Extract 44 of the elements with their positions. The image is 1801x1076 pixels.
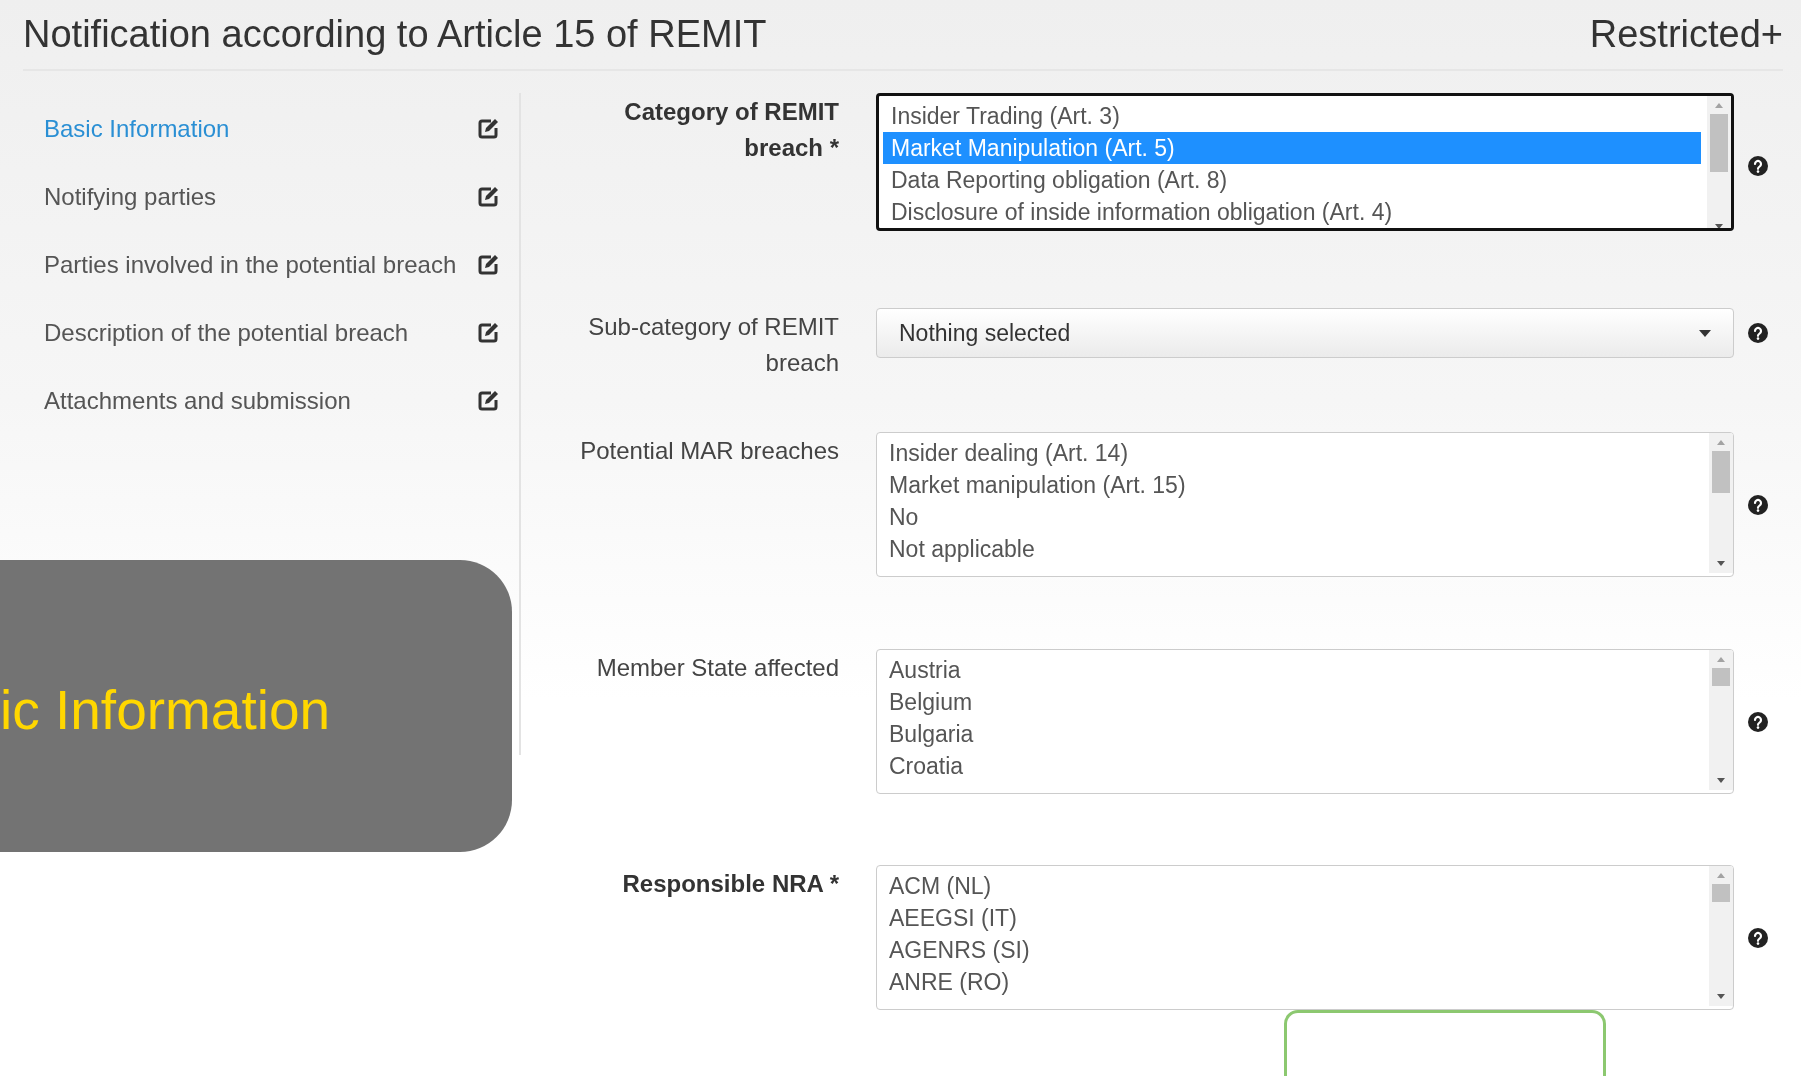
list-option[interactable]: Not applicable <box>881 533 1703 565</box>
list-option[interactable]: AGENRS (SI) <box>881 934 1703 966</box>
list-option[interactable]: Austria <box>881 654 1703 686</box>
tooltip-text: ic Information <box>0 678 331 742</box>
list-option[interactable]: Data Reporting obligation (Art. 8) <box>883 164 1701 196</box>
edit-icon[interactable] <box>477 254 499 276</box>
sidebar-link[interactable]: Attachments and submission <box>44 387 475 415</box>
list-option[interactable]: Disclosure of inside information obligation (Art. 4) <box>883 196 1701 228</box>
access-level-label: Restricted+ <box>1589 13 1783 56</box>
edit-icon[interactable] <box>477 186 499 208</box>
help-icon[interactable] <box>1748 323 1768 343</box>
list-option[interactable]: Bulgaria <box>881 718 1703 750</box>
edit-icon[interactable] <box>477 322 499 344</box>
field-label: Potential MAR breaches <box>579 436 839 466</box>
dropdown[interactable]: Nothing selected <box>876 308 1734 358</box>
sidebar-link[interactable]: Notifying parties <box>44 183 475 211</box>
list-option[interactable]: No <box>881 501 1703 533</box>
list-option[interactable]: ACM (NL) <box>881 870 1703 902</box>
list-box[interactable]: Insider Trading (Art. 3) Market Manipulation (Art. 5) Data Reporting obligation (Art. 8) Disclosure of inside information obligation (Art. 4) <box>876 93 1734 231</box>
list-option[interactable]: Insider dealing (Art. 14) <box>881 437 1703 469</box>
edit-icon[interactable] <box>477 118 499 140</box>
list-option[interactable]: Croatia <box>881 750 1703 782</box>
field-label: Category of REMIT breach * <box>623 97 839 163</box>
list-box[interactable]: Insider dealing (Art. 14) Market manipulation (Art. 15) No Not applicable <box>876 432 1734 577</box>
help-icon[interactable] <box>1748 494 1768 515</box>
page-title: Notification according to Article 15 of REMIT <box>23 13 767 56</box>
help-icon[interactable] <box>1748 927 1768 948</box>
list-option[interactable]: AEEGSI (IT) <box>881 902 1703 934</box>
sidebar-link[interactable]: Parties involved in the potential breach <box>44 251 475 279</box>
help-icon[interactable] <box>1748 155 1768 176</box>
sidebar-link[interactable]: Description of the potential breach <box>44 319 475 347</box>
list-box[interactable]: Austria Belgium Bulgaria Croatia <box>876 649 1734 794</box>
list-option[interactable]: ANRE (RO) <box>881 966 1703 998</box>
edit-icon[interactable] <box>477 390 499 412</box>
list-option[interactable]: Belgium <box>881 686 1703 718</box>
field-label: Responsible NRA * <box>621 869 839 899</box>
list-option[interactable]: Insider Trading (Art. 3) <box>883 100 1701 132</box>
field-label: Sub-category of REMIT breach <box>587 312 839 378</box>
list-option[interactable]: Market manipulation (Art. 15) <box>881 469 1703 501</box>
scrollbar[interactable] <box>1707 96 1731 228</box>
caret-icon <box>1699 329 1711 337</box>
list-box[interactable]: ACM (NL) AEEGSI (IT) AGENRS (SI) ANRE (RO) <box>876 865 1734 1010</box>
field-label: Member State affected <box>595 653 839 683</box>
help-icon[interactable] <box>1748 711 1768 732</box>
